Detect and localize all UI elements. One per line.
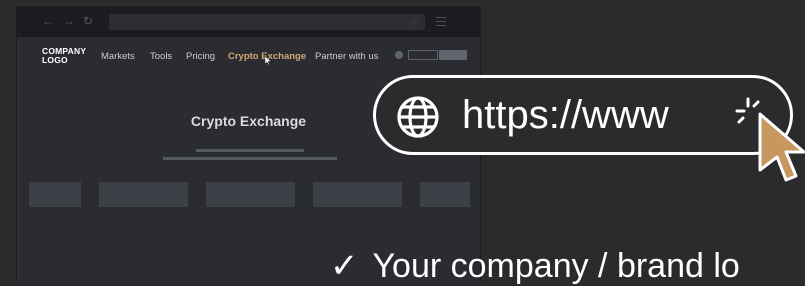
card-placeholder [313, 182, 402, 207]
signup-button[interactable] [439, 50, 467, 60]
card-placeholder [99, 182, 188, 207]
card-placeholder [206, 182, 295, 207]
description-placeholder [163, 157, 337, 160]
nav-item-tools[interactable]: Tools [150, 51, 172, 62]
mouse-cursor-icon [265, 56, 272, 65]
url-text: https://www [462, 93, 669, 137]
mouse-cursor-icon [758, 112, 805, 182]
url-bar-callout: https://www [373, 75, 793, 155]
back-icon[interactable]: ← [42, 14, 54, 28]
address-bar[interactable]: ☆ [109, 14, 425, 30]
subtitle-placeholder [196, 149, 304, 152]
checkmark-icon: ✓ [330, 247, 359, 285]
card-placeholder [420, 182, 470, 207]
logo-text: COMPANY LOGO [42, 46, 87, 65]
status-dot-icon [395, 51, 403, 59]
globe-icon [397, 96, 439, 138]
caption: ✓ Your company / brand lo [330, 246, 740, 286]
forward-icon[interactable]: → [63, 14, 75, 28]
nav-item-markets[interactable]: Markets [101, 51, 135, 62]
caption-text: Your company / brand lo [372, 247, 740, 285]
nav-item-partner[interactable]: Partner with us [315, 51, 378, 62]
company-logo[interactable]: COMPANY LOGO [42, 47, 90, 65]
login-button[interactable] [408, 50, 438, 60]
card-placeholder [29, 182, 81, 207]
browser-toolbar: ← → ↻ ☆ [17, 7, 480, 37]
star-icon[interactable]: ☆ [409, 14, 419, 30]
nav-item-pricing[interactable]: Pricing [186, 51, 215, 62]
menu-icon[interactable] [436, 17, 446, 29]
reload-icon[interactable]: ↻ [83, 14, 93, 28]
